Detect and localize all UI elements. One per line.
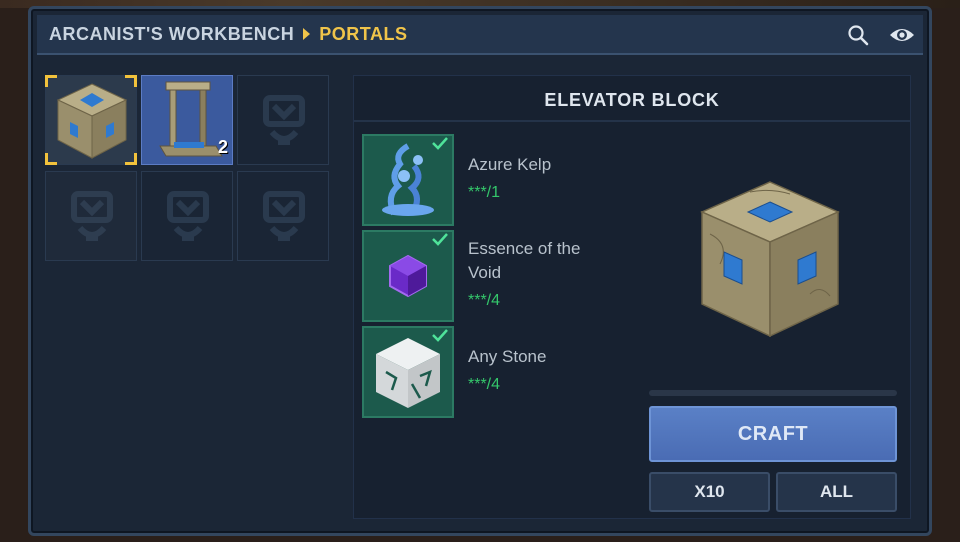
check-icon (432, 233, 448, 246)
ingredient-name: Any Stone (468, 347, 547, 366)
selection-corner (125, 153, 137, 165)
eye-icon[interactable] (889, 23, 915, 47)
recipe-slot-elevator-block[interactable] (45, 75, 137, 165)
ingredient-name-line2: Void (468, 263, 502, 282)
check-icon (432, 137, 448, 150)
craft-button[interactable]: CRAFT (649, 406, 897, 462)
ingredient-slot-azure-kelp[interactable] (362, 134, 454, 226)
ingredient-name-line1: Essence of the (468, 239, 581, 258)
recipe-detail-panel: ELEVATOR BLOCK Azure Kelp ***/1 Essence … (353, 75, 911, 519)
ingredient-count: ***/4 (468, 376, 501, 393)
ingredient-name: Azure Kelp (468, 155, 552, 174)
slot-count: 2 (217, 137, 228, 157)
ingredient-count: ***/1 (468, 184, 501, 201)
breadcrumb-arrow-icon (303, 28, 311, 40)
craft-all-button[interactable]: ALL (776, 472, 897, 512)
breadcrumb-current: PORTALS (319, 23, 408, 44)
craft-progress-bar (649, 390, 897, 396)
check-icon (432, 329, 448, 342)
locked-slot-icon (167, 191, 209, 241)
ingredient-slot-void-essence[interactable] (362, 230, 454, 322)
search-icon[interactable] (845, 23, 871, 47)
locked-slot-icon (263, 95, 305, 145)
selection-corner (45, 75, 57, 87)
elevator-block-preview (700, 181, 840, 338)
recipe-slot-empty[interactable] (141, 171, 233, 261)
window-header: ARCANIST'S WORKBENCH PORTALS (37, 15, 923, 55)
recipe-slot-portal-frame[interactable]: 2 (141, 75, 233, 165)
selection-corner (125, 75, 137, 87)
crafting-window: ARCANIST'S WORKBENCH PORTALS 2 ELEVATOR … (28, 6, 932, 536)
selection-corner (45, 153, 57, 165)
recipe-slot-empty[interactable] (237, 75, 329, 165)
ingredient-count: ***/4 (468, 292, 501, 309)
breadcrumb-root[interactable]: ARCANIST'S WORKBENCH (49, 24, 294, 45)
recipe-slot-empty[interactable] (45, 171, 137, 261)
ingredient-slot-any-stone[interactable] (362, 326, 454, 418)
header-tools (845, 23, 915, 47)
recipe-slot-empty[interactable] (237, 171, 329, 261)
locked-slot-icon (263, 191, 305, 241)
locked-slot-icon (71, 191, 113, 241)
recipe-title: ELEVATOR BLOCK (354, 76, 910, 122)
craft-x10-button[interactable]: X10 (649, 472, 770, 512)
